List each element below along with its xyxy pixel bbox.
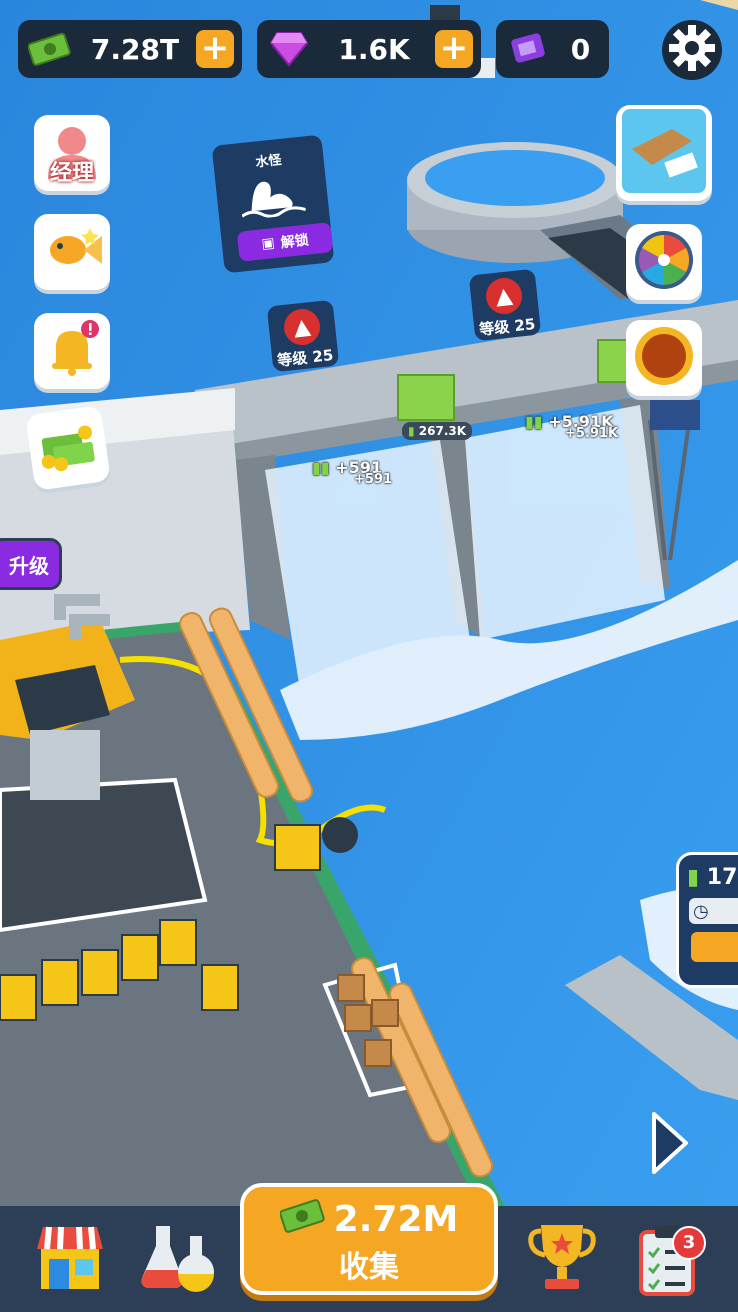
settings-button[interactable] bbox=[662, 20, 722, 80]
ticket-counter: 0 bbox=[496, 20, 609, 78]
flask-icon bbox=[138, 1216, 218, 1300]
port-button[interactable] bbox=[616, 105, 712, 201]
level-sign-right[interactable]: ▲ 等级 25 bbox=[468, 268, 542, 342]
wheel-icon bbox=[633, 229, 695, 295]
upgrade-arrow-icon: ▲ bbox=[282, 307, 322, 347]
boat-cash-value: 178 bbox=[706, 865, 738, 890]
next-area-button[interactable] bbox=[650, 1110, 690, 1176]
cash-icon bbox=[279, 1197, 326, 1242]
collect-amount: 2.72M bbox=[244, 1197, 494, 1242]
boat-cash: ▮ 178 bbox=[687, 865, 738, 890]
collect-label: 收集 bbox=[339, 1250, 399, 1285]
ticket-icon bbox=[504, 25, 552, 73]
manager-button[interactable]: 经理 bbox=[34, 115, 110, 191]
bridge-cash-tag: ▮ 267.3K bbox=[402, 422, 473, 440]
bell-icon bbox=[42, 319, 102, 383]
lake-monster-icon bbox=[241, 181, 307, 225]
income-1-echo-value: +5.91K bbox=[565, 426, 619, 441]
port-icon bbox=[622, 109, 706, 197]
shop-icon bbox=[33, 1219, 107, 1297]
cash-value: 7.28T bbox=[90, 32, 180, 66]
timer-field: ◷ bbox=[689, 898, 738, 924]
upgrade-button[interactable]: 升级 bbox=[0, 538, 62, 590]
gem-value: 1.6K bbox=[338, 32, 410, 66]
film-icon: ▣ bbox=[260, 235, 276, 253]
cash-bonus-button[interactable] bbox=[25, 405, 111, 491]
coin-icon bbox=[633, 325, 695, 391]
cash-counter: 7.28T + bbox=[18, 20, 242, 78]
lake-monster-sign[interactable]: 水怪 ▣ 解锁 bbox=[211, 134, 335, 274]
clock-icon: ◷ bbox=[693, 901, 709, 922]
cash-icon: ▮ bbox=[408, 424, 415, 438]
level-sign-left[interactable]: ▲ 等级 25 bbox=[266, 299, 340, 373]
upgrade-label: 升级 bbox=[9, 553, 49, 578]
add-cash-button[interactable]: + bbox=[196, 30, 234, 68]
boat-action-button[interactable] bbox=[691, 932, 738, 962]
research-button[interactable] bbox=[138, 1218, 218, 1298]
shop-button[interactable] bbox=[30, 1218, 110, 1298]
upgrade-arrow-icon: ▲ bbox=[484, 276, 524, 316]
add-gems-button[interactable]: + bbox=[435, 30, 473, 68]
goldfish-icon bbox=[40, 222, 104, 282]
cash-icon: ▮ bbox=[687, 865, 700, 890]
cash-icon bbox=[26, 25, 74, 73]
trophy-icon bbox=[527, 1219, 597, 1297]
notifications-button[interactable] bbox=[34, 313, 110, 389]
cash-icon: ▮▮ bbox=[312, 458, 330, 477]
gem-icon bbox=[265, 25, 313, 73]
income-2-echo-value: +591 bbox=[354, 472, 393, 487]
tasks-badge: 3 bbox=[672, 1226, 706, 1260]
collect-amount-value: 2.72M bbox=[333, 1199, 459, 1240]
income-popup-2-echo: +591 bbox=[354, 472, 392, 487]
collect-button[interactable]: 2.72M 收集 bbox=[240, 1183, 498, 1295]
achievements-button[interactable] bbox=[522, 1218, 602, 1298]
income-popup-1-echo: +5.91K bbox=[565, 426, 618, 441]
ticket-value: 0 bbox=[570, 32, 591, 66]
manager-label: 经理 bbox=[49, 161, 94, 186]
gear-icon bbox=[667, 23, 717, 77]
goldfish-button[interactable] bbox=[34, 214, 110, 290]
special-offer-button[interactable] bbox=[626, 320, 702, 396]
unlock-label: 解锁 bbox=[279, 232, 310, 252]
boat-income-card[interactable]: ▮ 178 ◷ bbox=[676, 852, 738, 988]
lucky-wheel-button[interactable] bbox=[626, 224, 702, 300]
gem-counter: 1.6K + bbox=[257, 20, 481, 78]
unlock-monster-button[interactable]: ▣ 解锁 bbox=[236, 222, 334, 262]
chevron-right-icon bbox=[650, 1112, 690, 1180]
cash-icon: ▮▮ bbox=[525, 412, 543, 431]
money-pile-icon bbox=[32, 417, 105, 480]
bridge-cash-value: 267.3K bbox=[418, 424, 467, 438]
